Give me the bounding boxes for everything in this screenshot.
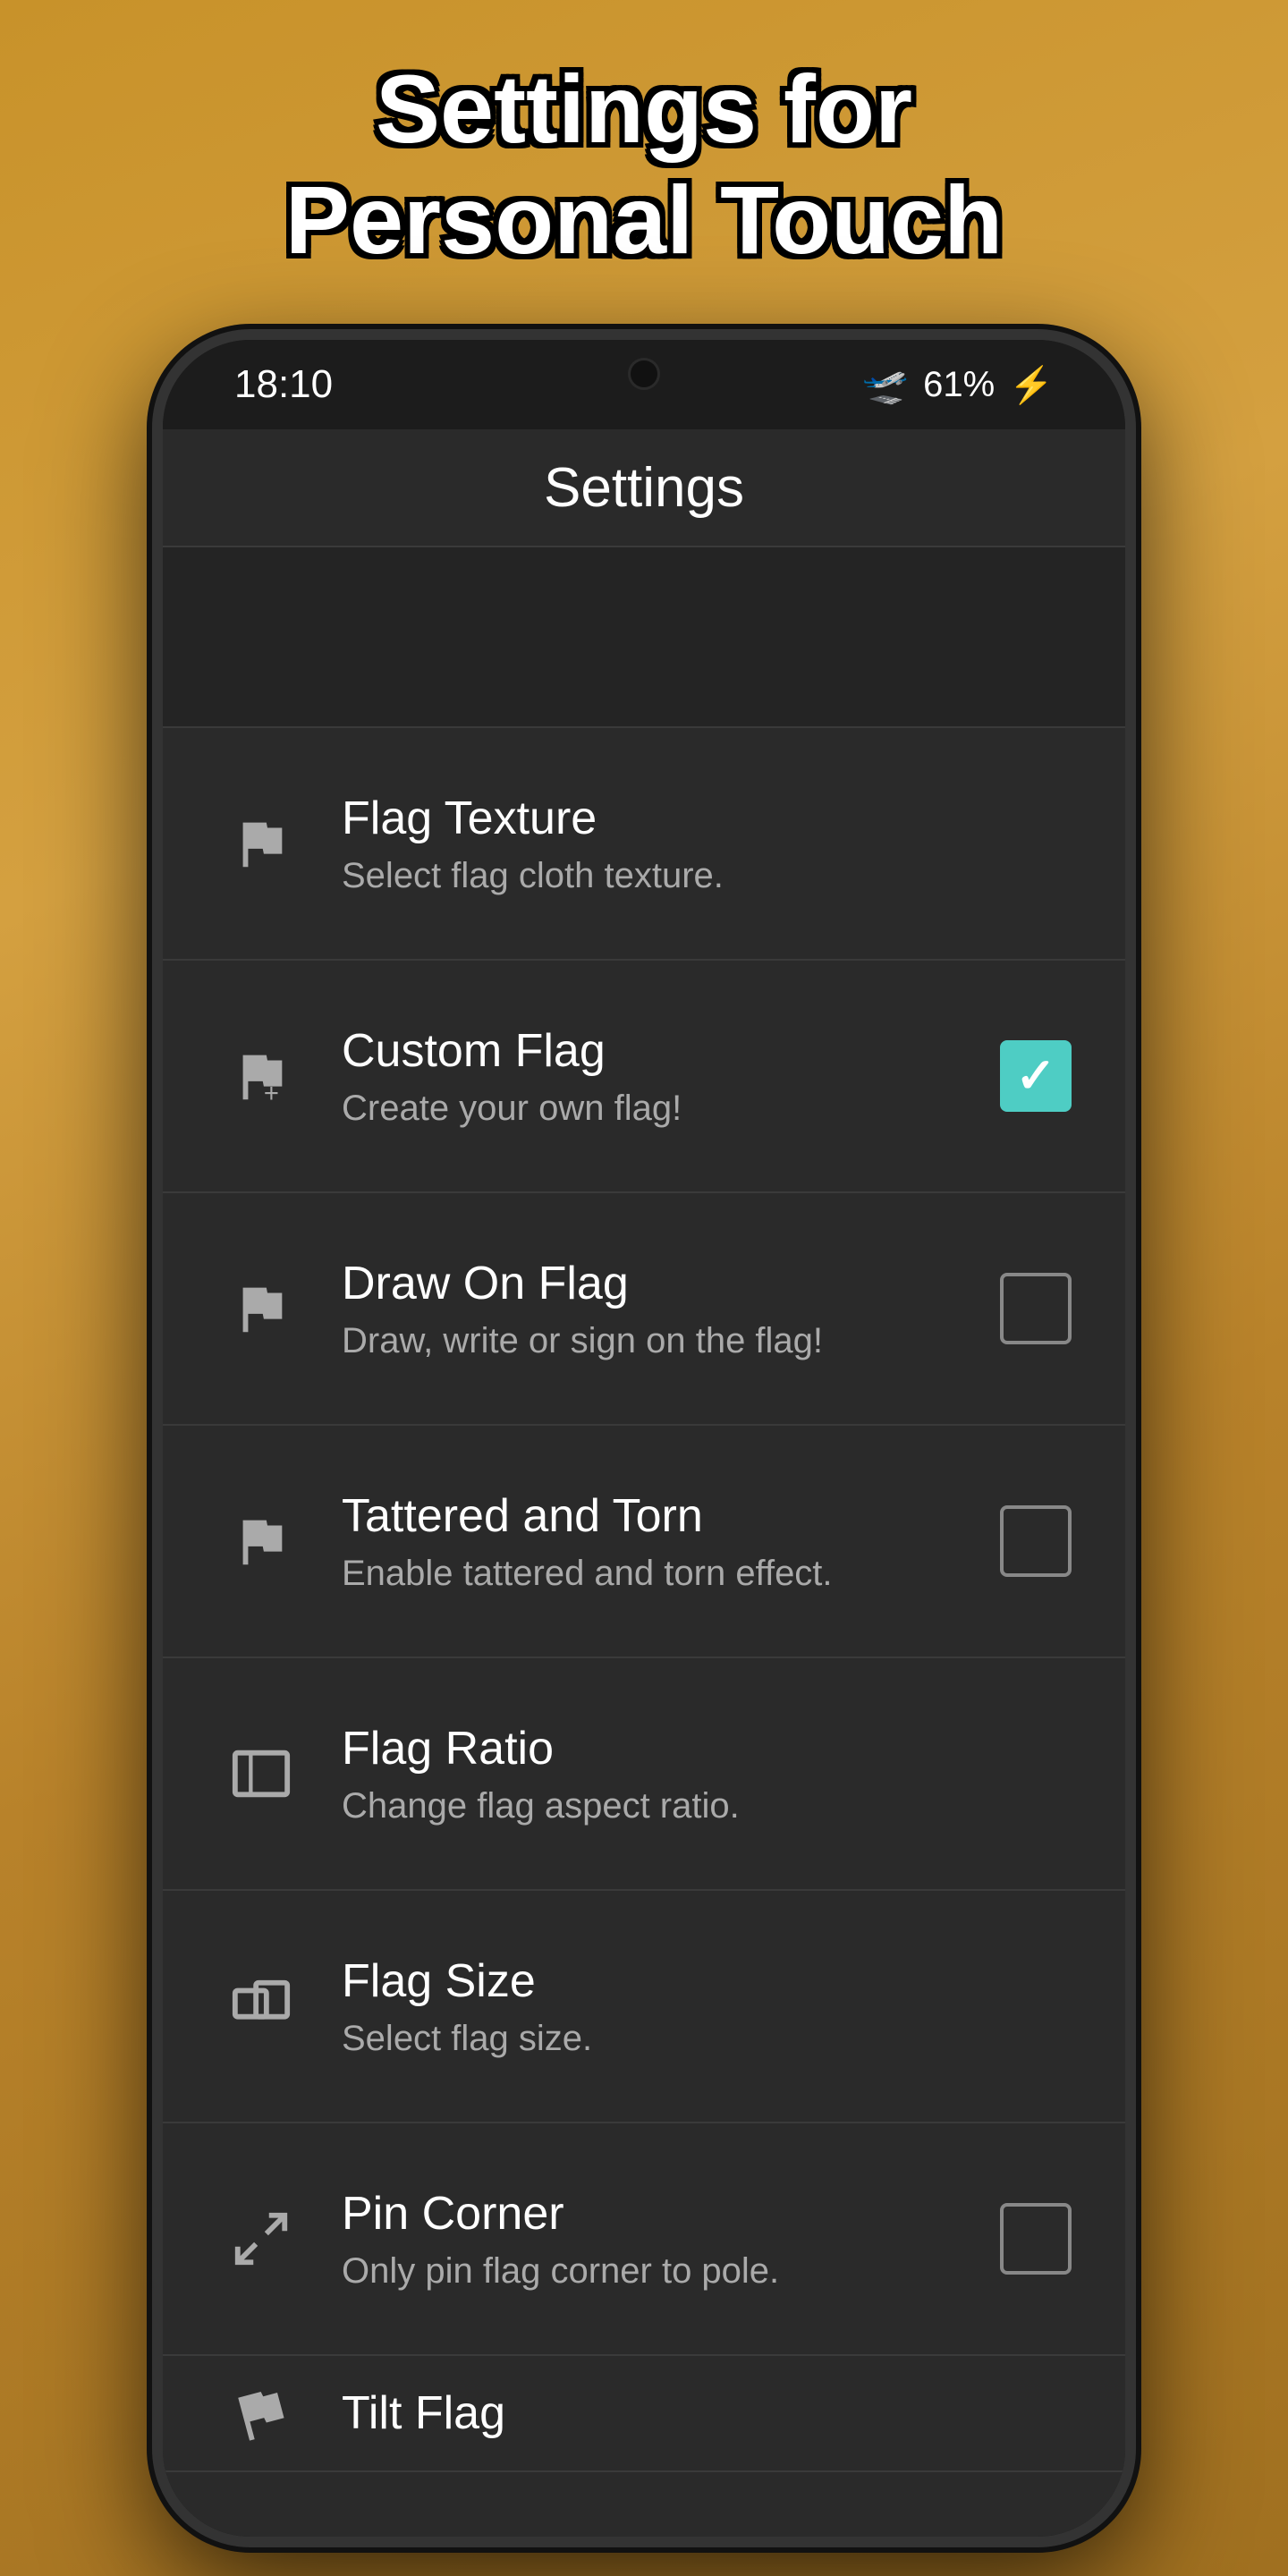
phone-frame: 18:10 🛫 61% ⚡ Settings Flag Texture Sele… [152, 329, 1136, 2547]
flag-size-subtitle: Select flag size. [342, 2019, 1072, 2059]
status-right: 🛫 61% ⚡ [862, 363, 1054, 407]
draw-on-flag-title: Draw On Flag [342, 1257, 982, 1310]
app-bar: Settings [163, 429, 1125, 546]
empty-section [163, 547, 1125, 726]
flag-size-icon [216, 1975, 306, 2038]
flag-texture-title: Flag Texture [342, 792, 1072, 845]
pin-corner-title: Pin Corner [342, 2187, 982, 2241]
flag-ratio-title: Flag Ratio [342, 1722, 1072, 1775]
draw-on-flag-icon [216, 1277, 306, 1340]
airplane-mode-icon: 🛫 [862, 363, 909, 407]
tattered-torn-icon [216, 1510, 306, 1572]
settings-item-flag-texture[interactable]: Flag Texture Select flag cloth texture. [163, 728, 1125, 961]
app-bar-title: Settings [544, 456, 744, 520]
tattered-torn-subtitle: Enable tattered and torn effect. [342, 1554, 982, 1594]
battery-bolt-icon: ⚡ [1009, 364, 1054, 406]
draw-on-flag-checkbox[interactable] [1000, 1273, 1072, 1344]
settings-item-tilt-flag[interactable]: Tilt Flag [163, 2356, 1125, 2472]
draw-on-flag-subtitle: Draw, write or sign on the flag! [342, 1321, 982, 1361]
custom-flag-checkbox[interactable]: ✓ [1000, 1040, 1072, 1112]
flag-texture-subtitle: Select flag cloth texture. [342, 856, 1072, 896]
settings-item-custom-flag[interactable]: + Custom Flag Create your own flag! ✓ [163, 961, 1125, 1193]
tilt-flag-icon [216, 2382, 306, 2445]
custom-flag-icon: + [216, 1045, 306, 1107]
settings-item-flag-size[interactable]: Flag Size Select flag size. [163, 1891, 1125, 2123]
battery-percentage: 61% [923, 365, 995, 405]
flag-size-title: Flag Size [342, 1954, 1072, 2008]
flag-ratio-icon [216, 1742, 306, 1805]
tattered-torn-title: Tattered and Torn [342, 1489, 982, 1543]
pin-corner-subtitle: Only pin flag corner to pole. [342, 2251, 982, 2292]
camera-notch [628, 358, 660, 390]
custom-flag-subtitle: Create your own flag! [342, 1089, 982, 1129]
tilt-flag-title: Tilt Flag [342, 2386, 1072, 2440]
settings-item-tattered-torn[interactable]: Tattered and Torn Enable tattered and to… [163, 1426, 1125, 1658]
pin-corner-checkbox[interactable] [1000, 2203, 1072, 2275]
pin-corner-icon [216, 2207, 306, 2270]
flag-texture-icon [216, 812, 306, 875]
settings-item-draw-on-flag[interactable]: Draw On Flag Draw, write or sign on the … [163, 1193, 1125, 1426]
svg-text:+: + [264, 1080, 279, 1108]
flag-ratio-subtitle: Change flag aspect ratio. [342, 1786, 1072, 1826]
settings-item-pin-corner[interactable]: Pin Corner Only pin flag corner to pole. [163, 2123, 1125, 2356]
custom-flag-title: Custom Flag [342, 1024, 982, 1078]
tattered-torn-checkbox[interactable] [1000, 1505, 1072, 1577]
page-title: Settings for Personal Touch [214, 54, 1074, 275]
settings-item-flag-ratio[interactable]: Flag Ratio Change flag aspect ratio. [163, 1658, 1125, 1891]
settings-list: Flag Texture Select flag cloth texture. … [163, 728, 1125, 2537]
status-time: 18:10 [234, 362, 333, 407]
